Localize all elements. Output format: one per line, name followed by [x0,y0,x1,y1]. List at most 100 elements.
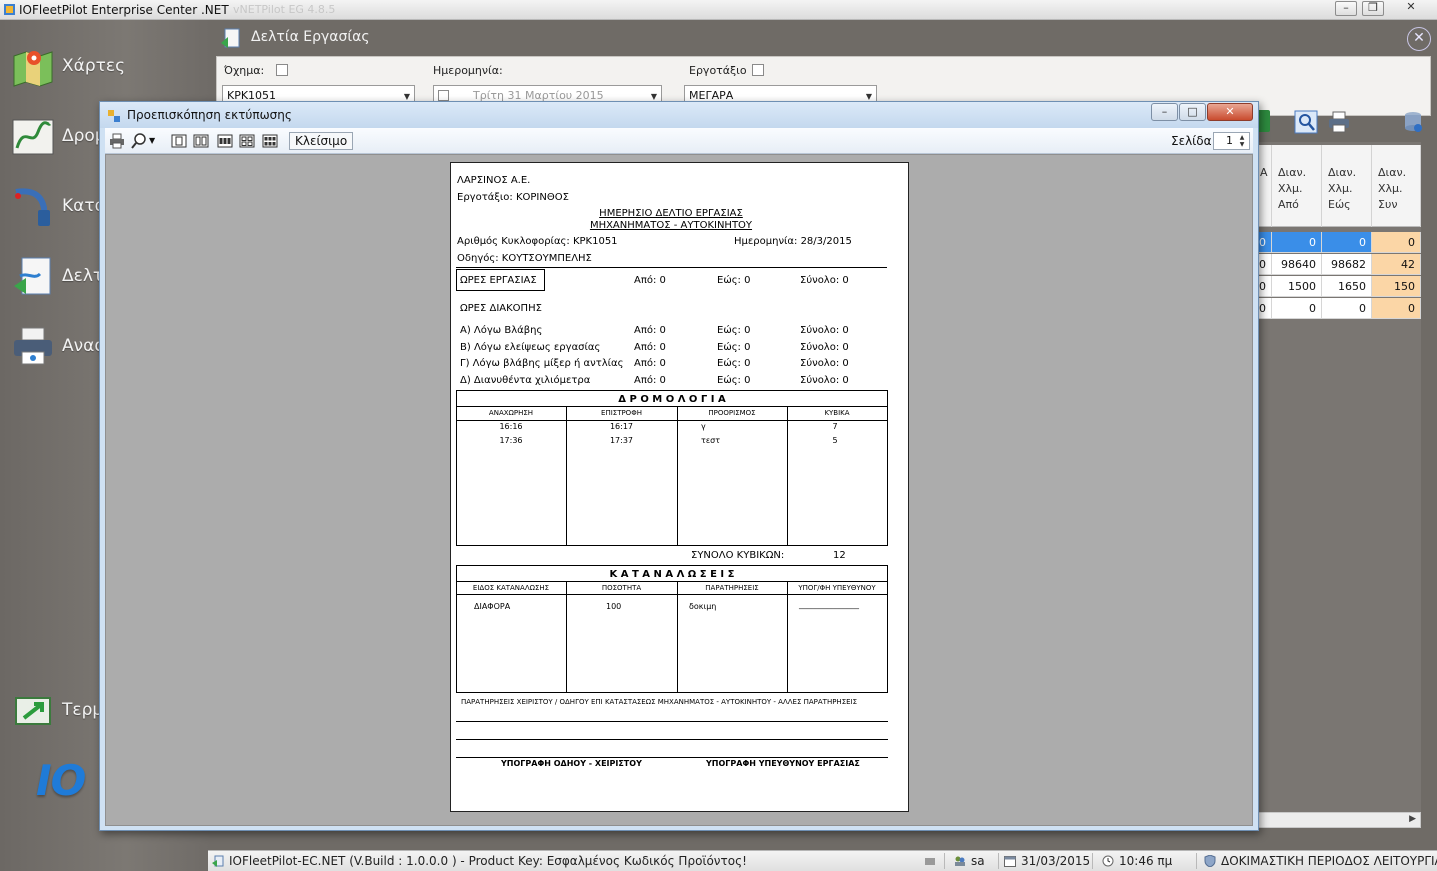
table-cell: 0 [1272,298,1322,319]
scroll-right-icon[interactable]: ▶ [1409,814,1416,824]
print-preview-maximize-button[interactable]: □ [1179,103,1206,121]
vehicle-checkbox[interactable] [276,64,288,76]
app-titlebar: IOFleetPilot Enterprise Center .NET vNET… [0,0,1437,20]
table-cell: 150 [1372,276,1421,297]
status-separator [944,853,945,869]
print-icon[interactable] [109,133,125,149]
column-header[interactable]: Διαν. Χλμ. Εώς [1322,145,1372,227]
report-plate: Αριθμός Κυκλοφορίας: ΚΡΚ1051 [457,236,618,247]
route-destination: γ [701,422,706,431]
consumption-quantity: 100 [606,602,622,611]
page-label: Σελίδα [1171,134,1212,148]
work-hours-total: Σύνολο: 0 [800,275,849,286]
minimize-button[interactable]: – [1335,1,1357,16]
signature-manager-label: ΥΠΟΓΡΑΦΗ ΥΠΕΥΘΥΝΟΥ ΕΡΓΑΣΙΑΣ [706,759,860,768]
table-cell: 0 [1272,232,1322,253]
table-cell: 1500 [1272,276,1322,297]
status-bar: IOFleetPilot-EC.NET (V.Build : 1.0.0.0 )… [208,850,1437,871]
signature-driver-label: ΥΠΟΓΡΑΦΗ ΟΔΗΟΥ - ΧΕΙΡΙΣΤΟΥ [501,759,642,768]
remarks-line [456,757,888,758]
document-window-close-button[interactable]: ✕ [1407,27,1431,51]
print-preview-close-button[interactable]: ✕ [1207,103,1253,121]
column-header[interactable]: Διαν. Χλμ. Συν [1372,145,1421,227]
grid-body: 0 0 0 0 0 98640 98682 42 0 1500 1650 150… [1258,232,1421,320]
sidebar-item-maps[interactable]: Χάρτες [8,42,208,94]
network-icon [924,854,941,868]
route-departure: 16:16 [499,422,523,431]
routes-header: ΑΝΑΧΩΡΗΣΗ [488,409,534,417]
consumption-column-divider [566,581,567,693]
break-from: Από: 0 [634,342,666,353]
two-pages-icon[interactable] [193,133,209,149]
consumption-notes: δοκιμη [689,602,717,611]
status-separator [998,853,999,869]
break-to: Εώς: 0 [717,325,751,336]
table-cell: 0 [1258,254,1272,275]
four-pages-icon[interactable] [239,133,255,149]
spin-up-icon[interactable]: ▲ [1236,134,1248,141]
one-page-icon[interactable] [171,133,187,149]
date-checkbox[interactable] [438,90,449,101]
break-from: Από: 0 [634,375,666,386]
status-time: 10:46 πμ [1102,854,1172,868]
table-cell: 42 [1372,254,1421,275]
report-page: ΛΑΡΣΙΝΟΣ Α.Ε. Εργοτάξιο: ΚΟΡΙΝΘΟΣ ΗΜΕΡΗΣ… [450,162,909,812]
zoom-icon[interactable] [131,133,147,149]
map-icon [13,51,53,87]
consumption-header: ΠΟΣΟΤΗΤΑ [601,584,642,592]
database-icon[interactable] [1401,110,1425,134]
restore-button[interactable]: ❐ [1362,1,1384,16]
break-total: Σύνολο: 0 [800,325,849,336]
route-departure: 17:36 [499,436,523,445]
chevron-down-icon: ▼ [865,92,872,101]
chevron-down-icon: ▼ [403,92,410,101]
clock-icon [1102,855,1114,867]
work-hours-label: ΩΡΕΣ ΕΡΓΑΣΙΑΣ [460,275,537,286]
spin-down-icon[interactable]: ▼ [1236,141,1248,148]
status-time-text: 10:46 πμ [1119,854,1173,868]
fuel-pump-icon [15,188,50,226]
consumption-header: ΠΑΡΑΤΗΡΗΣΕΙΣ [705,584,759,592]
table-cell: 0 [1258,298,1272,319]
users-icon [955,856,965,866]
vehicle-label: Όχημα: [224,64,265,77]
report-title-line1: ΗΜΕΡΗΣΙΟ ΔΕΛΤΙΟ ΕΡΓΑΣΙΑΣ [599,208,743,219]
shield-icon [1204,855,1216,867]
close-preview-button[interactable]: Κλείσιμο [289,132,354,150]
close-button[interactable]: ✕ [1389,1,1433,16]
break-label: Β) Λόγω ελείψεως εργασίας [460,342,601,353]
break-from: Από: 0 [634,358,666,369]
table-cell: 98640 [1272,254,1322,275]
page-number-input[interactable]: 1 ▲ ▼ [1213,132,1250,150]
six-pages-icon[interactable] [262,133,278,149]
print-icon[interactable] [1327,110,1351,134]
app-logo-icon [4,4,15,15]
three-pages-icon[interactable] [217,133,233,149]
remarks-line [456,721,888,722]
print-preview-titlebar[interactable]: Προεπισκόπηση εκτύπωσης – □ ✕ [100,102,1258,128]
remarks-line [456,739,888,740]
sidebar-item-label: Χάρτες [62,56,126,76]
routes-column-divider [677,406,678,546]
status-product: IOFleetPilot-EC.NET (V.Build : 1.0.0.0 )… [212,854,747,868]
preview-icon[interactable] [1294,110,1318,134]
column-header[interactable]: Διαν. Χλμ. Από [1272,145,1322,227]
break-total: Σύνολο: 0 [800,342,849,353]
table-cell: 0 [1322,232,1372,253]
column-header[interactable]: Α [1258,145,1272,227]
remarks-label: ΠΑΡΑΤΗΡΗΣΕΙΣ ΧΕΙΡΙΣΤΟΥ / ΟΔΗΓΟΥ ΕΠΙ ΚΑΤΑ… [461,698,858,706]
consumption-column-divider [677,581,678,693]
consumption-title: Κ Α Τ Α Ν Α Λ Ω Σ Ε Ι Σ [609,569,735,580]
routes-header: ΠΡΟΟΡΙΣΜΟΣ [708,409,756,417]
print-preview-minimize-button[interactable]: – [1151,103,1178,121]
report-title-line2: ΜΗΧΑΝΗΜΑΤΟΣ - ΑΥΤΟΚΙΝΗΤΟΥ [589,220,753,231]
break-label: Γ) Λόγω βλάβης μίξερ ή αντλίας [460,358,624,369]
grid-header: Α Διαν. Χλμ. Από Διαν. Χλμ. Εώς Διαν. Χλ… [1258,145,1421,227]
route-return: 16:17 [609,422,634,431]
consumption-type: ΔΙΑΦΟΡΑ [474,602,511,611]
status-mode: ΔΟΚΙΜΑΣΤΙΚΗ ΠΕΡΙΟΔΟΣ ΛΕΙΤΟΥΡΓΙΑΣ [1204,854,1437,868]
grid-horizontal-scrollbar[interactable]: ▶ [1258,812,1421,828]
site-checkbox[interactable] [752,64,764,76]
chevron-down-icon: ▼ [650,92,657,101]
chevron-down-icon[interactable]: ▼ [149,136,157,152]
